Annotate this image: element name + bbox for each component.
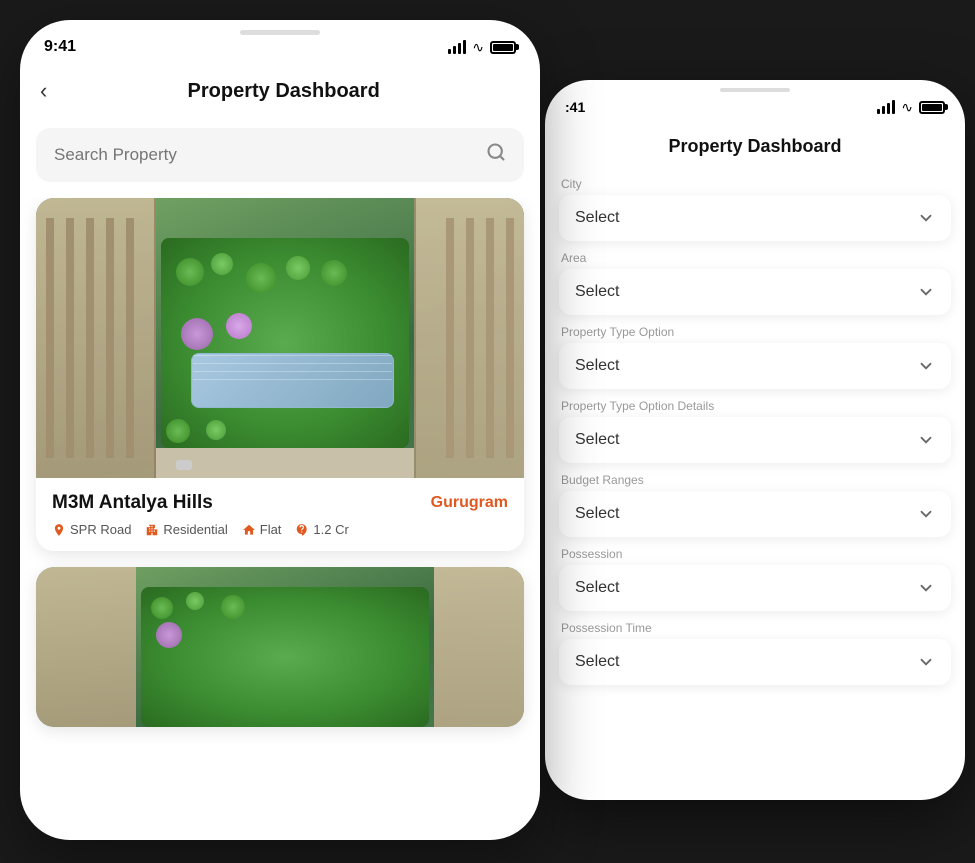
filter-select-budget[interactable]: Select bbox=[559, 491, 951, 537]
property-card-1[interactable]: M3M Antalya Hills Gurugram SPR Road Resi… bbox=[36, 198, 524, 551]
filter-value-budget: Select bbox=[575, 505, 619, 523]
meta-location-text: SPR Road bbox=[70, 522, 131, 537]
meta-price: 1.2 Cr bbox=[295, 522, 348, 537]
pill-secondary bbox=[720, 88, 790, 92]
phone-main: 9:41 ∿ ‹ Property Dashboard bbox=[20, 20, 540, 840]
filter-select-property-type[interactable]: Select bbox=[559, 343, 951, 389]
search-bar[interactable] bbox=[36, 128, 524, 182]
card-title-1: M3M Antalya Hills bbox=[52, 492, 213, 514]
filter-item-possession: Possession Select bbox=[559, 547, 951, 611]
meta-flat-text: Flat bbox=[260, 522, 282, 537]
status-bar-main: 9:41 ∿ bbox=[20, 20, 540, 68]
status-time-secondary: :41 bbox=[565, 99, 585, 115]
wifi-icon-secondary: ∿ bbox=[901, 99, 913, 116]
filter-label-budget: Budget Ranges bbox=[559, 473, 951, 487]
meta-type: Residential bbox=[145, 522, 227, 537]
filter-item-area: Area Select bbox=[559, 251, 951, 315]
filter-select-area[interactable]: Select bbox=[559, 269, 951, 315]
filter-item-city: City Select bbox=[559, 177, 951, 241]
filter-item-possession-time: Possession Time Select bbox=[559, 621, 951, 685]
filter-select-property-details[interactable]: Select bbox=[559, 417, 951, 463]
filter-value-property-type: Select bbox=[575, 357, 619, 375]
page-title-main: Property Dashboard bbox=[47, 80, 520, 103]
search-input[interactable] bbox=[54, 145, 476, 165]
filter-select-city[interactable]: Select bbox=[559, 195, 951, 241]
page-title-secondary: Property Dashboard bbox=[561, 136, 949, 157]
filter-item-budget: Budget Ranges Select bbox=[559, 473, 951, 537]
phone-secondary: :41 ∿ Property Dashboard City Select Are bbox=[545, 80, 965, 800]
filter-item-property-type: Property Type Option Select bbox=[559, 325, 951, 389]
filter-label-city: City bbox=[559, 177, 951, 191]
header-secondary: Property Dashboard bbox=[545, 128, 965, 169]
filter-value-city: Select bbox=[575, 209, 619, 227]
meta-location: SPR Road bbox=[52, 522, 131, 537]
status-time-main: 9:41 bbox=[44, 38, 76, 56]
filter-select-possession-time[interactable]: Select bbox=[559, 639, 951, 685]
filter-select-possession[interactable]: Select bbox=[559, 565, 951, 611]
meta-price-text: 1.2 Cr bbox=[313, 522, 348, 537]
meta-type-text: Residential bbox=[163, 522, 227, 537]
signal-icon-main bbox=[448, 40, 466, 54]
search-icon bbox=[486, 142, 506, 168]
filter-list: City Select Area Select Property Type Op… bbox=[545, 169, 965, 769]
filter-value-area: Select bbox=[575, 283, 619, 301]
card-meta-1: SPR Road Residential Flat 1.2 Cr bbox=[52, 522, 508, 537]
card-location-tag-1: Gurugram bbox=[431, 494, 508, 512]
filter-label-area: Area bbox=[559, 251, 951, 265]
status-icons-secondary: ∿ bbox=[877, 99, 945, 116]
filter-value-possession: Select bbox=[575, 579, 619, 597]
signal-icon-secondary bbox=[877, 100, 895, 114]
filter-label-property-type: Property Type Option bbox=[559, 325, 951, 339]
status-bar-secondary: :41 ∿ bbox=[545, 80, 965, 128]
filter-item-property-details: Property Type Option Details Select bbox=[559, 399, 951, 463]
header-main: ‹ Property Dashboard bbox=[20, 68, 540, 120]
card-image-2 bbox=[36, 567, 524, 727]
battery-icon-secondary bbox=[919, 101, 945, 114]
battery-icon-main bbox=[490, 41, 516, 54]
card-image-1 bbox=[36, 198, 524, 478]
card-info-1: M3M Antalya Hills Gurugram SPR Road Resi… bbox=[36, 478, 524, 551]
filter-value-possession-time: Select bbox=[575, 653, 619, 671]
property-card-2[interactable] bbox=[36, 567, 524, 727]
pill-main bbox=[240, 30, 320, 35]
meta-flat: Flat bbox=[242, 522, 282, 537]
filter-label-property-details: Property Type Option Details bbox=[559, 399, 951, 413]
filter-value-property-details: Select bbox=[575, 431, 619, 449]
filter-label-possession: Possession bbox=[559, 547, 951, 561]
wifi-icon-main: ∿ bbox=[472, 39, 484, 56]
status-icons-main: ∿ bbox=[448, 39, 516, 56]
filter-label-possession-time: Possession Time bbox=[559, 621, 951, 635]
property-list: M3M Antalya Hills Gurugram SPR Road Resi… bbox=[20, 198, 540, 840]
back-button[interactable]: ‹ bbox=[40, 78, 47, 104]
